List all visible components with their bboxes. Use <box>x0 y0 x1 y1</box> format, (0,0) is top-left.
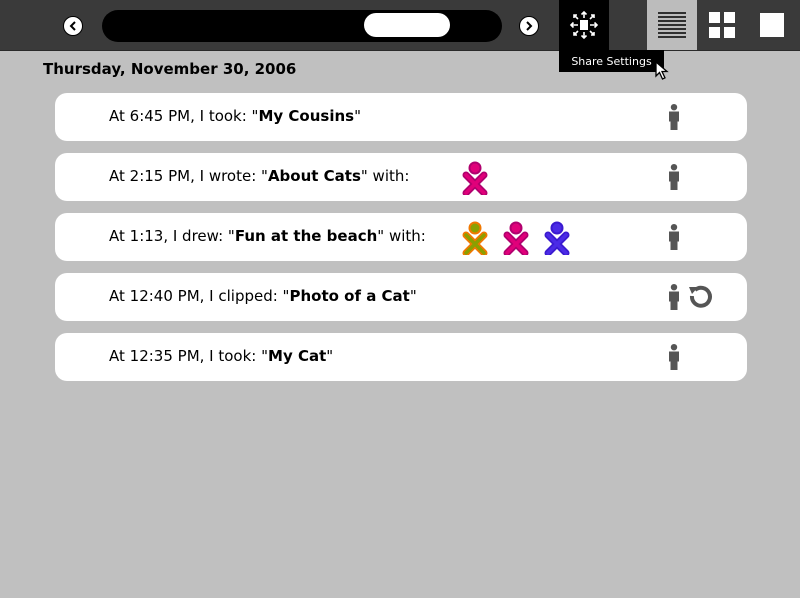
entry-prefix: At 1:13, I drew: " <box>109 227 235 245</box>
grid-view-icon <box>709 12 735 38</box>
entry-title[interactable]: About Cats <box>268 167 361 185</box>
owner-person-icon[interactable] <box>667 284 681 310</box>
entry-suffix: " <box>326 347 334 365</box>
share-settings-tooltip: Share Settings <box>559 50 664 72</box>
buddy-xo-icon[interactable] <box>461 161 489 195</box>
entry-title[interactable]: My Cat <box>268 347 326 365</box>
owner-person-icon[interactable] <box>667 164 681 190</box>
entry-description: At 2:15 PM, I wrote: "About Cats" with: <box>109 153 409 201</box>
cursor-arrow-icon <box>655 60 669 80</box>
chevron-left-icon <box>69 21 76 31</box>
entry-prefix: At 12:35 PM, I took: " <box>109 347 269 365</box>
single-view-button[interactable] <box>747 0 797 50</box>
share-settings-icon <box>569 10 599 40</box>
entry-description: At 12:35 PM, I took: "My Cat" <box>109 333 333 381</box>
owner-person-icon[interactable] <box>667 344 681 370</box>
entry-title[interactable]: Photo of a Cat <box>289 287 409 305</box>
resume-icon[interactable] <box>687 284 713 310</box>
scrubber-thumb[interactable] <box>364 13 450 37</box>
buddy-xo-icon[interactable] <box>502 221 530 255</box>
entry-suffix: " <box>354 107 361 125</box>
toolbar <box>0 0 800 51</box>
chevron-right-icon <box>526 21 533 31</box>
single-view-icon <box>760 13 784 37</box>
owner-person-icon[interactable] <box>667 224 681 250</box>
grid-view-button[interactable] <box>697 0 747 50</box>
entry-title[interactable]: My Cousins <box>258 107 354 125</box>
list-view-button[interactable] <box>647 0 697 50</box>
share-settings-button[interactable] <box>559 0 609 50</box>
list-view-icon <box>658 12 686 38</box>
journal-entry[interactable]: At 6:45 PM, I took: "My Cousins" <box>55 93 747 141</box>
journal-entry[interactable]: At 1:13, I drew: "Fun at the beach" with… <box>55 213 747 261</box>
entry-suffix: " with: <box>377 227 426 245</box>
journal-entry[interactable]: At 12:35 PM, I took: "My Cat" <box>55 333 747 381</box>
entry-description: At 1:13, I drew: "Fun at the beach" with… <box>109 213 426 261</box>
journal-entry[interactable]: At 2:15 PM, I wrote: "About Cats" with: <box>55 153 747 201</box>
entry-prefix: At 6:45 PM, I took: " <box>109 107 259 125</box>
back-button[interactable] <box>63 16 83 36</box>
entry-prefix: At 2:15 PM, I wrote: " <box>109 167 268 185</box>
timeline-scrubber[interactable] <box>102 10 502 42</box>
buddy-xo-icon[interactable] <box>461 221 489 255</box>
entry-prefix: At 12:40 PM, I clipped: " <box>109 287 290 305</box>
entry-description: At 12:40 PM, I clipped: "Photo of a Cat" <box>109 273 417 321</box>
owner-person-icon[interactable] <box>667 104 681 130</box>
entry-suffix: " with: <box>360 167 410 185</box>
journal-entry[interactable]: At 12:40 PM, I clipped: "Photo of a Cat" <box>55 273 747 321</box>
buddy-xo-icon[interactable] <box>543 221 571 255</box>
entry-description: At 6:45 PM, I took: "My Cousins" <box>109 93 361 141</box>
entry-title[interactable]: Fun at the beach <box>235 227 377 245</box>
entry-suffix: " <box>409 287 417 305</box>
forward-button[interactable] <box>519 16 539 36</box>
date-heading: Thursday, November 30, 2006 <box>43 60 297 78</box>
